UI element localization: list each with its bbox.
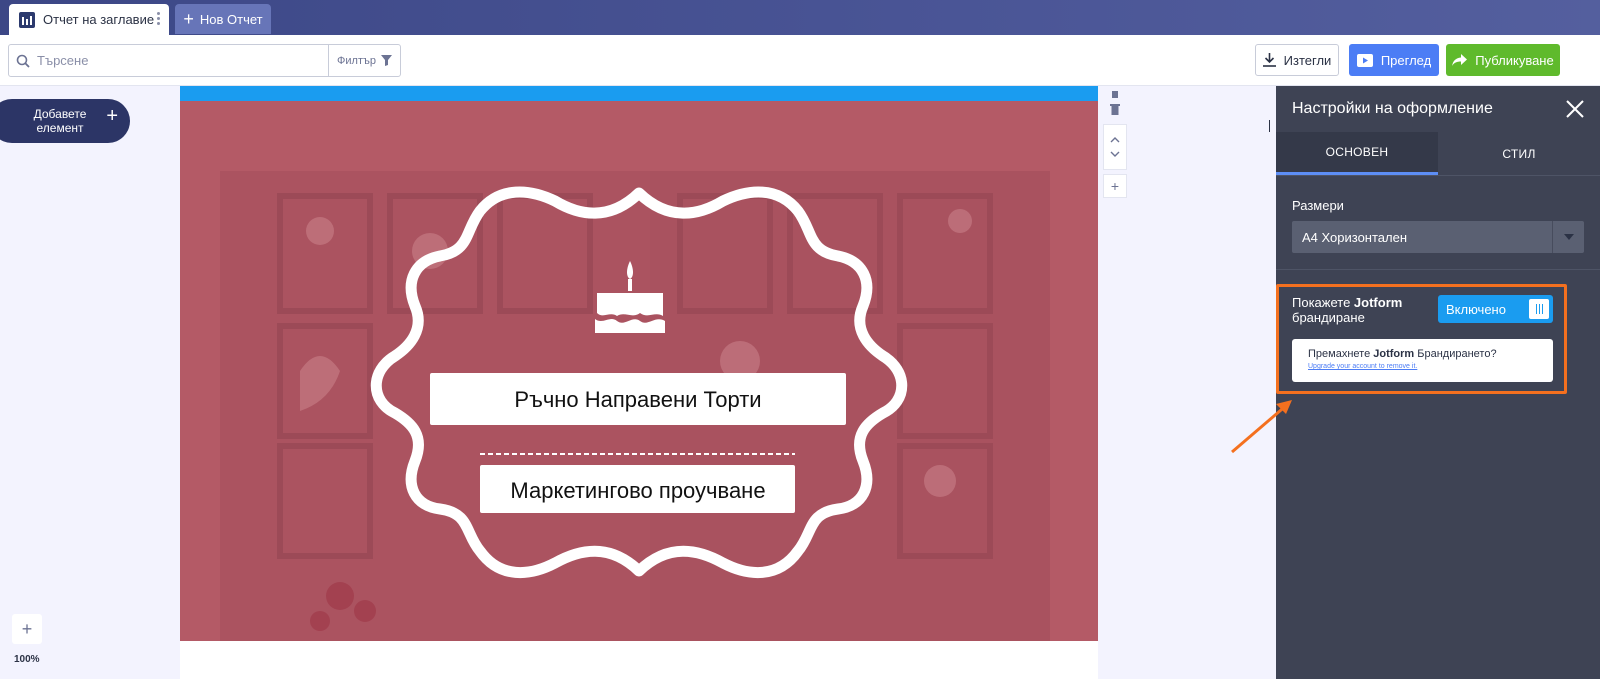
kebab-icon[interactable]	[157, 12, 161, 25]
arrow-icon	[1231, 400, 1292, 454]
download-label: Изтегли	[1283, 52, 1332, 68]
tab-bar: Отчет на заглавие + Нов Отчет	[0, 0, 1600, 35]
branding-label: Покажете Jotform брандиране	[1292, 295, 1403, 325]
play-icon	[1356, 53, 1373, 67]
publish-label: Публикуване	[1475, 52, 1554, 68]
new-report-tab[interactable]: + Нов Отчет	[175, 4, 271, 34]
chevron-down-icon	[1552, 221, 1584, 253]
trash-icon[interactable]	[1110, 103, 1120, 115]
chevron-down-icon[interactable]	[1110, 151, 1120, 157]
reorder-buttons	[1103, 124, 1127, 170]
chevron-up-icon[interactable]	[1110, 137, 1120, 143]
remove-branding-title: Премахнете Jotform Брандирането?	[1308, 348, 1497, 360]
search-icon	[9, 45, 37, 76]
toggle-knob	[1529, 299, 1549, 319]
size-value: A4 Хоризонтален	[1302, 229, 1408, 245]
text-cursor	[1269, 120, 1270, 132]
zoom-level: 100%	[14, 654, 40, 665]
cover-subtitle[interactable]: Маркетингово проучване	[510, 478, 765, 503]
add-element-label: Добавете елемент	[33, 107, 87, 135]
filter-icon	[380, 55, 392, 66]
toggle-label: Включено	[1446, 301, 1506, 317]
download-icon	[1262, 53, 1276, 67]
report-icon	[19, 11, 35, 28]
panel-tabs: ОСНОВЕН СТИЛ	[1276, 132, 1600, 176]
panel-title: Настройки на оформление	[1292, 100, 1493, 117]
plus-icon: +	[106, 105, 118, 127]
tab-report[interactable]: Отчет на заглавие	[9, 4, 169, 35]
page-header-bar[interactable]	[180, 86, 1098, 101]
download-button[interactable]: Изтегли	[1255, 44, 1339, 76]
search-box: Филтър	[8, 44, 401, 77]
element-actions	[1103, 84, 1127, 122]
new-report-label: Нов Отчет	[199, 11, 263, 27]
preview-button[interactable]: Преглед	[1349, 44, 1439, 76]
tab-style[interactable]: СТИЛ	[1438, 132, 1600, 175]
remove-branding-box: Премахнете Jotform Брандирането? Upgrade…	[1292, 339, 1553, 382]
branding-toggle[interactable]: Включено	[1438, 295, 1553, 323]
filter-label: Филтър	[337, 54, 376, 67]
size-section: Размери A4 Хоризонтален	[1276, 176, 1600, 270]
preview-label: Преглед	[1380, 52, 1432, 68]
add-below-button[interactable]: +	[1103, 174, 1127, 198]
panel-header: Настройки на оформление	[1276, 86, 1600, 132]
add-element-button[interactable]: Добавете елемент +	[0, 99, 130, 143]
plus-icon: +	[183, 9, 194, 29]
publish-button[interactable]: Публикуване	[1446, 44, 1560, 76]
search-input[interactable]	[37, 45, 328, 76]
tab-title: Отчет на заглавие	[43, 12, 155, 27]
cover-title[interactable]: Ръчно Направени Торти	[514, 387, 761, 412]
size-select[interactable]: A4 Хоризонтален	[1292, 221, 1584, 253]
size-label: Размери	[1292, 198, 1344, 213]
zoom-in-button[interactable]: +	[12, 614, 42, 644]
cover-image[interactable]: Ръчно Направени Торти Маркетингово проуч…	[180, 101, 1098, 641]
close-icon[interactable]	[1564, 98, 1586, 120]
share-arrow-icon	[1452, 54, 1468, 66]
filter-button[interactable]: Филтър	[328, 45, 400, 76]
toolbar: Филтър Изтегли Преглед Публикуване	[0, 35, 1600, 86]
tab-basic[interactable]: ОСНОВЕН	[1276, 132, 1438, 175]
upgrade-link[interactable]: Upgrade your account to remove it.	[1308, 363, 1553, 370]
copy-icon[interactable]	[1110, 91, 1120, 99]
